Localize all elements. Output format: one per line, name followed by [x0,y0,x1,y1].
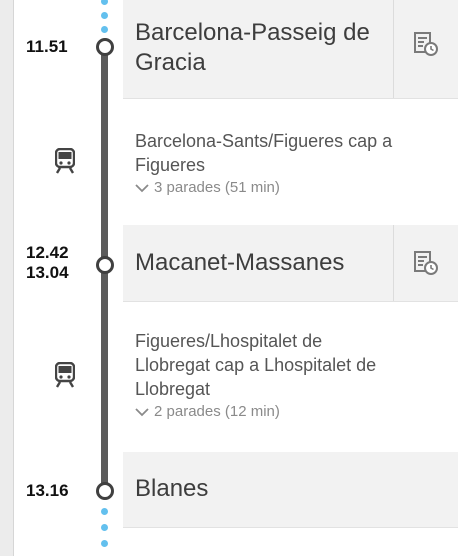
stop-name-line: Barcelona-Passeig de [135,19,370,46]
intermediate-stops-toggle[interactable]: 3 parades (51 min) [135,178,450,198]
walk-dot [101,26,108,33]
walk-dot [101,524,108,531]
schedule-clock-icon [414,251,438,275]
divider [123,527,458,528]
direction-line: Llobregat cap a Lhospitalet de [135,355,377,375]
train-icon [55,148,75,174]
schedule-clock-icon [414,32,438,56]
direction-line: Figueres/Lhospitalet de [135,331,323,351]
arrival-time: 11.51 [26,37,68,56]
segment-details: Figueres/Lhospitalet de Llobregat cap a … [135,329,450,422]
stops-count-label: 2 parades (12 min) [154,403,280,420]
left-panel-edge [0,0,13,556]
arrival-time: 13.16 [26,481,69,500]
direction-line: Figueres [135,155,206,175]
chevron-down-icon [135,407,149,416]
panel-divider [13,0,14,556]
stop-row[interactable]: Barcelona-Passeig de Gracia [123,0,458,99]
direction-line: Barcelona-Sants/Figueres cap a [135,131,393,151]
chevron-down-icon [135,183,149,192]
stop-row[interactable]: Blanes [123,452,458,528]
departure-time: 13.04 [26,263,69,282]
stops-count-label: 3 parades (51 min) [154,179,280,196]
schedule-button[interactable] [393,0,458,98]
walk-dot [101,0,108,5]
arrival-time: 12.42 [26,243,69,262]
stop-marker [96,38,114,56]
walk-dot [101,508,108,515]
walk-dot [101,540,108,547]
schedule-button[interactable] [393,225,458,301]
stop-name: Barcelona-Passeig de Gracia [135,18,370,78]
train-icon [55,362,75,388]
stop-name: Macanet-Massanes [135,249,345,276]
stop-name: Blanes [135,475,209,502]
stop-marker [96,482,114,500]
stop-row[interactable]: Macanet-Massanes [123,225,458,302]
direction-line: Llobregat [135,379,211,399]
segment-details: Barcelona-Sants/Figueres cap a Figueres … [135,129,450,198]
intermediate-stops-toggle[interactable]: 2 parades (12 min) [135,402,450,422]
stop-name-line: Gracia [135,49,206,76]
walk-dot [101,12,108,19]
stop-marker [96,256,114,274]
